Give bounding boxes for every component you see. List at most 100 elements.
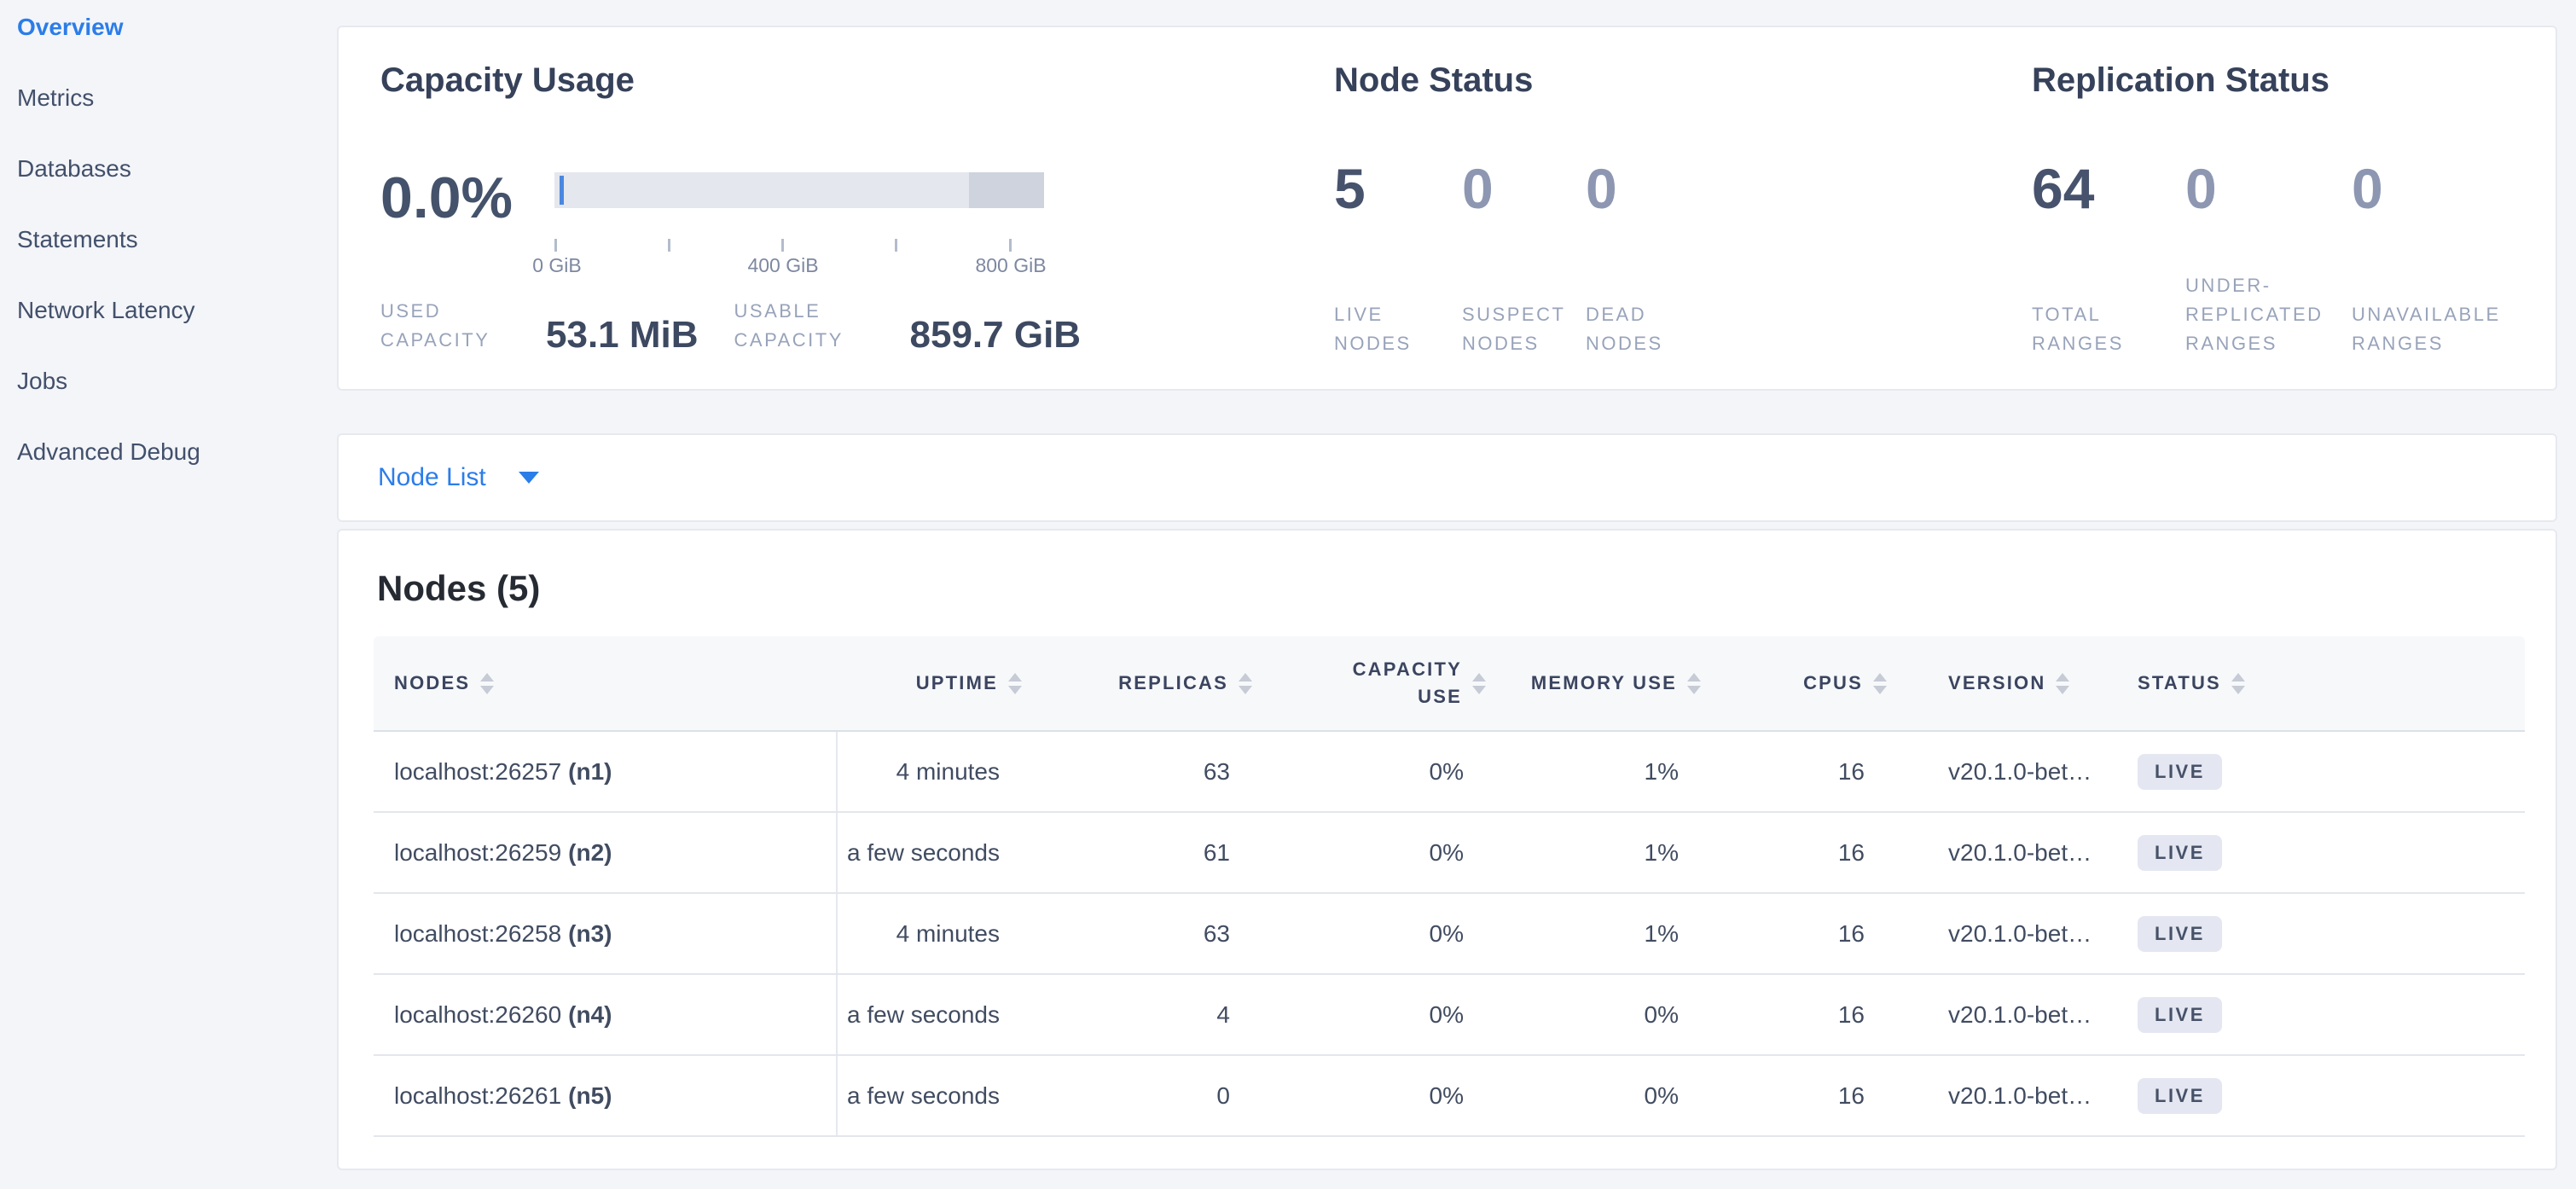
sidebar-item-overview[interactable]: Overview (0, 2, 337, 53)
table-row[interactable]: localhost:26259 (n2) a few seconds 61 0%… (374, 813, 2525, 894)
under-replicated-ranges-label: UNDER-REPLICATED RANGES (2185, 271, 2347, 358)
sort-icon[interactable] (1873, 673, 1887, 694)
live-nodes-value: 5 (1334, 160, 1462, 217)
under-replicated-ranges-stat: 0 UNDER-REPLICATED RANGES (2185, 160, 2352, 358)
sort-down-arrow (1008, 686, 1022, 694)
cpus-cell: 16 (1721, 1082, 1907, 1110)
status-cell: LIVE (2117, 916, 2525, 952)
sidebar-item-advanced-debug[interactable]: Advanced Debug (0, 426, 337, 478)
sort-up-arrow (1472, 673, 1486, 682)
suspect-nodes-label: SUSPECT NODES (1462, 300, 1573, 358)
status-badge: LIVE (2138, 997, 2222, 1033)
column-header-uptime[interactable]: UPTIME (838, 672, 1042, 694)
sort-up-arrow (1008, 673, 1022, 682)
node-id: (n1) (568, 758, 612, 786)
gauge-tick (781, 239, 784, 252)
sort-icon[interactable] (2056, 673, 2069, 694)
uptime-cell: a few seconds (838, 1082, 1042, 1110)
table-row[interactable]: localhost:26260 (n4) a few seconds 4 0% … (374, 975, 2525, 1056)
memory-use-cell: 0% (1506, 1082, 1721, 1110)
replicas-cell: 61 (1042, 839, 1273, 867)
column-header-capacity-use[interactable]: CAPACITY USE (1273, 656, 1506, 710)
sort-down-arrow (1472, 686, 1486, 694)
used-capacity-value: 53.1 MiB (546, 316, 699, 355)
column-header-replicas[interactable]: REPLICAS (1042, 672, 1273, 694)
node-id: (n5) (568, 1082, 612, 1110)
sidebar-item-statements[interactable]: Statements (0, 214, 337, 265)
total-ranges-stat: 64 TOTAL RANGES (2032, 160, 2185, 358)
table-row[interactable]: localhost:26258 (n3) 4 minutes 63 0% 1% … (374, 894, 2525, 975)
column-header-version[interactable]: VERSION (1907, 672, 2117, 694)
column-header-label: NODES (394, 672, 470, 694)
sort-down-arrow (2231, 686, 2245, 694)
capacity-use-cell: 0% (1273, 920, 1506, 948)
status-cell: LIVE (2117, 754, 2525, 790)
nodes-table-title: Nodes (5) (377, 568, 540, 609)
used-capacity-marker (560, 176, 564, 205)
version-cell: v20.1.0-bet… (1907, 1082, 2117, 1110)
column-header-label: VERSION (1948, 672, 2045, 694)
node-address: localhost:26261 (394, 1082, 561, 1110)
sort-down-arrow (1873, 686, 1887, 694)
node-address-cell[interactable]: localhost:26257 (n1) (374, 732, 838, 811)
usable-capacity-label: USABLE CAPACITY (734, 297, 898, 355)
sort-icon[interactable] (480, 673, 494, 694)
sort-icon[interactable] (1687, 673, 1701, 694)
chevron-down-icon[interactable] (519, 472, 539, 484)
sidebar-item-jobs[interactable]: Jobs (0, 356, 337, 407)
under-replicated-ranges-value: 0 (2185, 160, 2352, 217)
sidebar-item-databases[interactable]: Databases (0, 143, 337, 194)
sort-icon[interactable] (2231, 673, 2245, 694)
column-header-label: MEMORY USE (1531, 672, 1677, 694)
column-header-cpus[interactable]: CPUS (1721, 672, 1907, 694)
status-badge: LIVE (2138, 916, 2222, 952)
total-ranges-value: 64 (2032, 160, 2185, 217)
replication-status-title: Replication Status (2032, 61, 2329, 100)
uptime-cell: 4 minutes (838, 920, 1042, 948)
capacity-usage-title: Capacity Usage (380, 61, 635, 100)
capacity-gauge (554, 172, 1044, 208)
memory-use-cell: 1% (1506, 758, 1721, 786)
gauge-tick (554, 239, 557, 252)
memory-use-cell: 0% (1506, 1001, 1721, 1029)
node-list-dropdown[interactable]: Node List (378, 435, 539, 520)
sort-icon[interactable] (1472, 673, 1486, 694)
table-row[interactable]: localhost:26257 (n1) 4 minutes 63 0% 1% … (374, 732, 2525, 813)
column-header-nodes[interactable]: NODES (374, 672, 838, 694)
sort-icon[interactable] (1239, 673, 1252, 694)
column-header-status[interactable]: STATUS (2117, 672, 2525, 694)
capacity-use-cell: 0% (1273, 839, 1506, 867)
replicas-cell: 0 (1042, 1082, 1273, 1110)
status-badge: LIVE (2138, 754, 2222, 790)
cpus-cell: 16 (1721, 920, 1907, 948)
version-cell: v20.1.0-bet… (1907, 839, 2117, 867)
suspect-nodes-value: 0 (1462, 160, 1586, 217)
sidebar-item-metrics[interactable]: Metrics (0, 72, 337, 124)
capacity-usage-percent: 0.0% (380, 169, 513, 227)
sort-down-arrow (2056, 686, 2069, 694)
sort-up-arrow (2056, 673, 2069, 682)
node-address-cell[interactable]: localhost:26258 (n3) (374, 894, 838, 973)
node-list-dropdown-label: Node List (378, 463, 486, 492)
uptime-cell: 4 minutes (838, 758, 1042, 786)
status-badge: LIVE (2138, 835, 2222, 871)
sort-up-arrow (1239, 673, 1252, 682)
node-address-cell[interactable]: localhost:26261 (n5) (374, 1056, 838, 1135)
node-address: localhost:26259 (394, 839, 561, 867)
table-row[interactable]: localhost:26261 (n5) a few seconds 0 0% … (374, 1056, 2525, 1137)
column-header-label: CAPACITY USE (1341, 656, 1462, 710)
gauge-tick (895, 239, 897, 252)
node-address-cell[interactable]: localhost:26259 (n2) (374, 813, 838, 892)
unavailable-ranges-value: 0 (2352, 160, 2556, 217)
node-id: (n4) (568, 1001, 612, 1029)
sort-up-arrow (480, 673, 494, 682)
column-header-label: REPLICAS (1118, 672, 1228, 694)
node-address-cell[interactable]: localhost:26260 (n4) (374, 975, 838, 1054)
sort-icon[interactable] (1008, 673, 1022, 694)
capacity-use-cell: 0% (1273, 758, 1506, 786)
sort-down-arrow (480, 686, 494, 694)
node-id: (n3) (568, 920, 612, 948)
sidebar-item-network-latency[interactable]: Network Latency (0, 285, 337, 336)
column-header-memory-use[interactable]: MEMORY USE (1506, 672, 1721, 694)
suspect-nodes-stat: 0 SUSPECT NODES (1462, 160, 1586, 358)
